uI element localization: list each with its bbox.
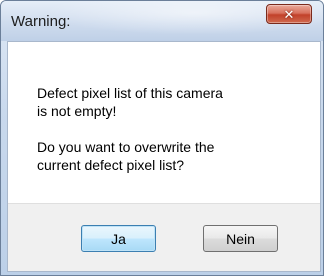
message-line: Defect pixel list of this camera xyxy=(37,85,223,101)
message-paragraph-1: Defect pixel list of this camera is not … xyxy=(37,84,223,120)
no-button[interactable]: Nein xyxy=(203,225,278,252)
yes-button[interactable]: Ja xyxy=(81,225,156,252)
title-bar[interactable]: Warning: ✕ xyxy=(1,1,323,41)
message-paragraph-2: Do you want to overwrite the current def… xyxy=(37,138,214,174)
close-icon: ✕ xyxy=(283,6,295,22)
dialog-title: Warning: xyxy=(11,13,71,30)
message-line: is not empty! xyxy=(37,103,117,119)
warning-dialog: Warning: ✕ Defect pixel list of this cam… xyxy=(0,0,324,276)
message-line: Do you want to overwrite the xyxy=(37,139,215,155)
close-button[interactable]: ✕ xyxy=(266,4,312,24)
button-bar: Ja Nein xyxy=(8,203,320,271)
message-line: current defect pixel list? xyxy=(37,157,185,173)
dialog-content: Defect pixel list of this camera is not … xyxy=(7,41,321,272)
